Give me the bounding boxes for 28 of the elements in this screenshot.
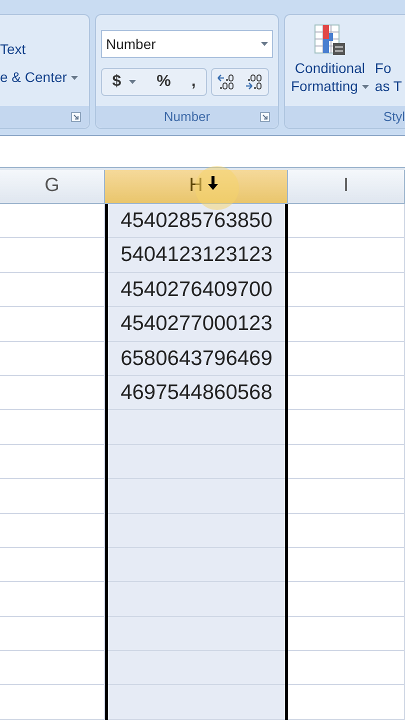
number-format-dropdown[interactable]: Number	[101, 30, 273, 58]
table-cell[interactable]: 4697544860568	[108, 376, 285, 410]
wrap-text-button[interactable]: Text	[0, 15, 89, 63]
table-cell[interactable]: 4540277000123	[108, 307, 285, 342]
table-cell[interactable]: 5404123123123	[108, 238, 285, 273]
merge-center-button[interactable]: e & Center	[0, 63, 89, 91]
column-header[interactable]: G	[0, 170, 105, 203]
table-cell[interactable]: 6580643796469	[108, 342, 285, 376]
dialog-launcher-icon[interactable]	[71, 112, 81, 122]
format-as-table-button[interactable]: Fo as T	[374, 23, 402, 95]
group-label: Number	[164, 108, 210, 126]
conditional-formatting-button[interactable]: Conditional Formatting	[291, 23, 369, 95]
group-label: Styl	[383, 108, 405, 126]
number-format-button[interactable]: $	[112, 70, 136, 94]
number-format-button[interactable]: %	[156, 70, 171, 94]
number-format-button[interactable]: ,	[191, 70, 196, 94]
decrease-decimal-icon[interactable]	[244, 73, 264, 91]
caret-icon	[362, 85, 369, 90]
caret-icon	[129, 80, 136, 84]
conditional-formatting-icon	[312, 23, 347, 57]
table-cell[interactable]: 4540276409700	[108, 272, 285, 308]
increase-decimal-icon[interactable]	[216, 73, 236, 91]
caret-icon	[261, 42, 268, 46]
table-cell[interactable]: 4540285763850	[108, 204, 285, 238]
dialog-launcher-icon[interactable]	[260, 112, 270, 122]
cursor-icon	[208, 176, 218, 190]
caret-icon	[70, 76, 78, 80]
column-header[interactable]: I	[288, 170, 405, 203]
